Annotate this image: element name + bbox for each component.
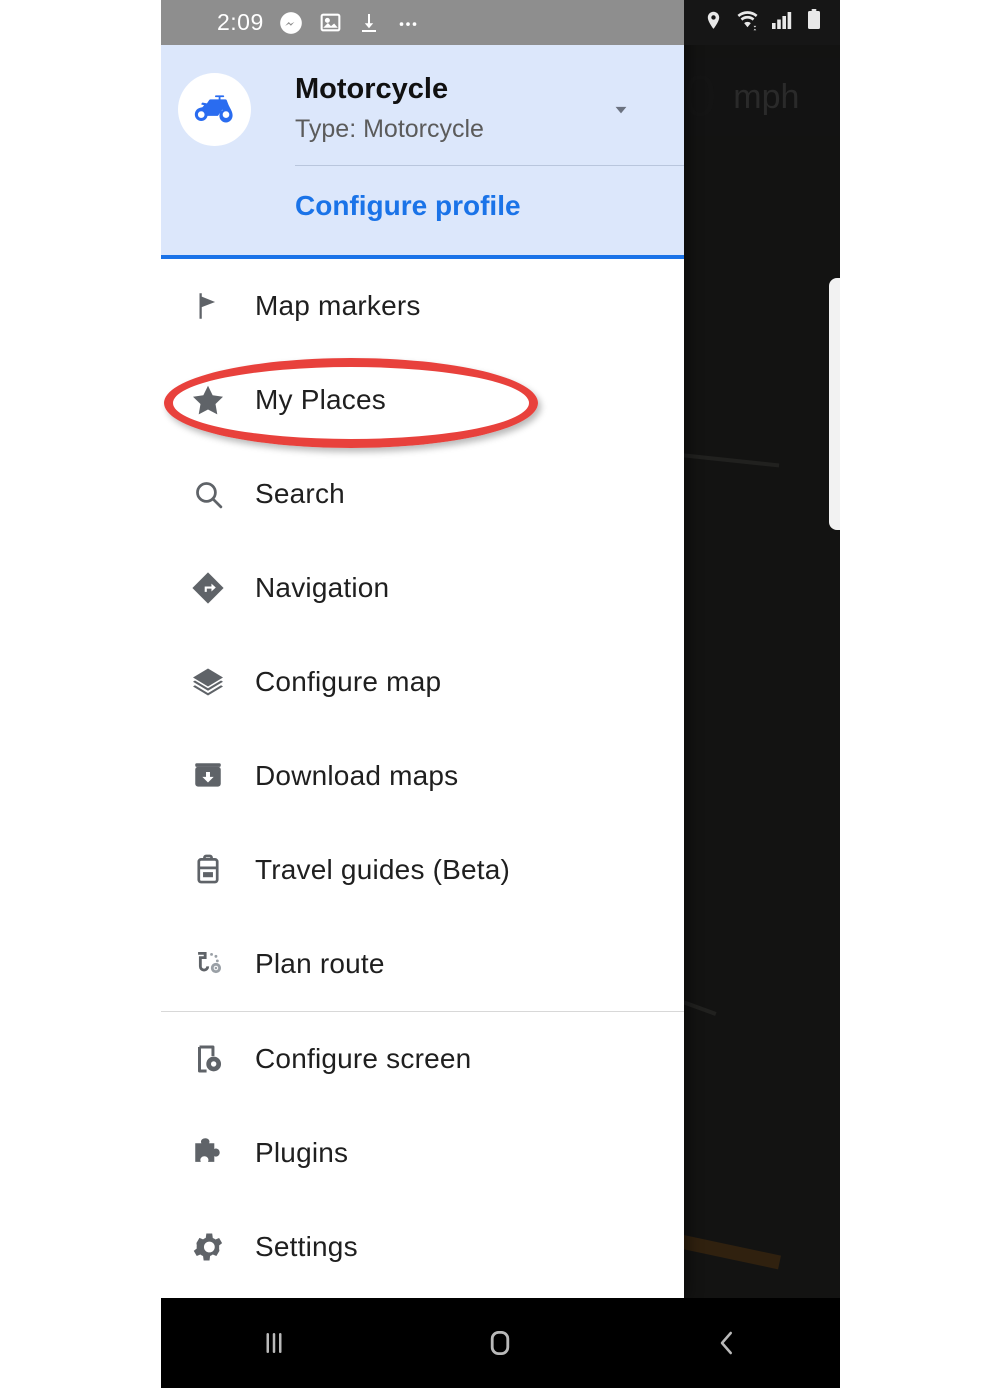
- sidebar-item-download-maps[interactable]: Download maps: [161, 729, 684, 823]
- profile-header[interactable]: Motorcycle Type: Motorcycle Configure pr…: [161, 45, 684, 259]
- sidebar-item-label: Search: [255, 478, 345, 509]
- sidebar-item-label: Settings: [255, 1231, 358, 1262]
- more-dots-icon: [395, 10, 421, 36]
- route-points-icon: [161, 947, 255, 981]
- search-icon: [161, 478, 255, 511]
- navigation-arrow-icon: [161, 570, 255, 606]
- sidebar-item-label: My Places: [255, 384, 386, 415]
- phone-screen: 0 mph Motorcycle Type: Motorcycle Config…: [161, 0, 840, 1388]
- configure-profile-link[interactable]: Configure profile: [295, 190, 521, 222]
- sidebar-item-label: Plan route: [255, 948, 385, 979]
- flag-icon: [161, 289, 255, 323]
- location-pin-icon: [703, 10, 724, 36]
- sidebar-item-settings[interactable]: Settings: [161, 1200, 684, 1294]
- sidebar-item-label: Navigation: [255, 572, 390, 603]
- navigation-drawer: Motorcycle Type: Motorcycle Configure pr…: [161, 0, 684, 1298]
- messenger-icon: [278, 10, 304, 36]
- sidebar-item-label: Download maps: [255, 760, 459, 791]
- profile-title: Motorcycle: [295, 73, 449, 105]
- sidebar-item-my-places[interactable]: My Places: [161, 353, 684, 447]
- wifi-icon: [735, 8, 760, 38]
- status-bar: 2:09: [161, 0, 684, 45]
- sidebar-item-configure-screen[interactable]: Configure screen: [161, 1012, 684, 1106]
- download-box-icon: [161, 759, 255, 793]
- sidebar-item-travel-guides[interactable]: Travel guides (Beta): [161, 823, 684, 917]
- sidebar-item-label: Plugins: [255, 1137, 349, 1168]
- sidebar-item-label: Map markers: [255, 290, 421, 321]
- sidebar-item-navigation[interactable]: Navigation: [161, 541, 684, 635]
- layers-icon: [161, 664, 255, 700]
- speed-value: 0: [684, 64, 718, 129]
- sidebar-item-configure-map[interactable]: Configure map: [161, 635, 684, 729]
- speed-unit: mph: [733, 77, 800, 116]
- puzzle-piece-icon: [161, 1135, 255, 1171]
- sidebar-item-plugins[interactable]: Plugins: [161, 1106, 684, 1200]
- sidebar-item-label: Travel guides (Beta): [255, 854, 511, 885]
- status-bar-right: [684, 0, 840, 45]
- download-icon: [357, 11, 381, 35]
- status-clock: 2:09: [217, 9, 264, 35]
- sidebar-item-search[interactable]: Search: [161, 447, 684, 541]
- battery-icon: [806, 8, 822, 37]
- profile-subtitle: Type: Motorcycle: [295, 115, 484, 143]
- gear-icon: [161, 1229, 255, 1265]
- motorcycle-icon: [178, 73, 251, 146]
- sidebar-item-label: Configure screen: [255, 1043, 472, 1074]
- home-icon[interactable]: [440, 1298, 560, 1388]
- star-icon: [161, 382, 255, 418]
- cellular-signal-icon: [771, 10, 795, 35]
- recents-icon[interactable]: [214, 1298, 334, 1388]
- phone-gear-icon: [161, 1042, 255, 1076]
- photos-icon: [318, 10, 343, 35]
- sidebar-item-map-markers[interactable]: Map markers: [161, 259, 684, 353]
- back-icon[interactable]: [667, 1298, 787, 1388]
- drawer-menu: Map markers My Places Search Navigation …: [161, 259, 684, 1294]
- sidebar-item-plan-route[interactable]: Plan route: [161, 917, 684, 1011]
- android-navigation-bar: [161, 1298, 840, 1388]
- profile-divider: [295, 165, 684, 166]
- map-scroll-handle[interactable]: [829, 278, 840, 530]
- clipboard-icon: [161, 853, 255, 887]
- chevron-down-icon[interactable]: [605, 93, 637, 125]
- sidebar-item-label: Configure map: [255, 666, 442, 697]
